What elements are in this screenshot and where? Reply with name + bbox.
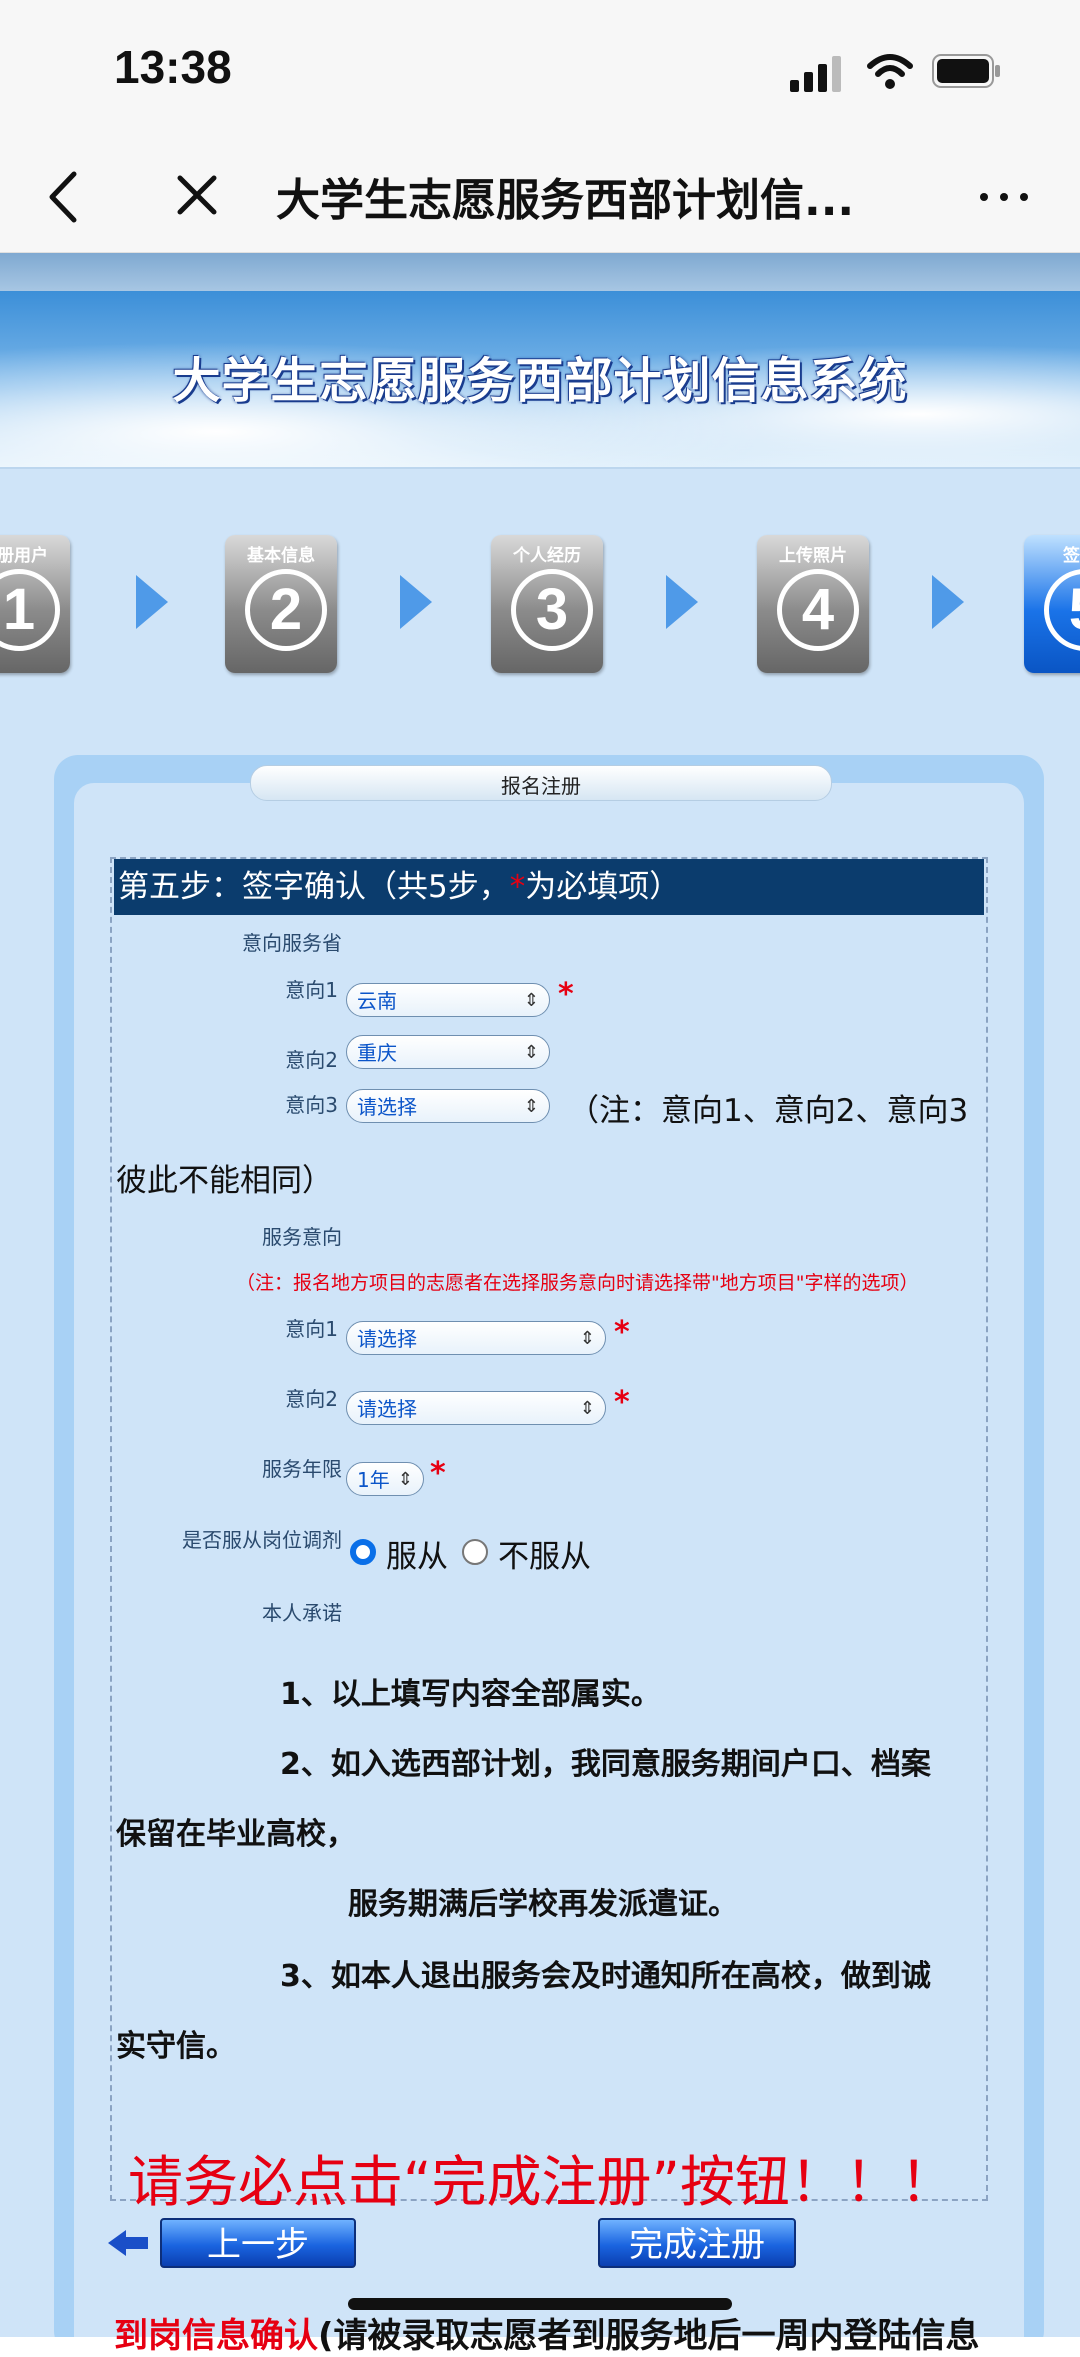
form-header-prefix: 第五步：签字确认（共5步， <box>118 869 510 905</box>
step-arrow-icon <box>400 575 432 629</box>
status-time: 13:38 <box>114 41 232 93</box>
back-icon[interactable] <box>40 162 90 232</box>
pledge-item-2b: 保留在毕业高校， <box>116 1817 356 1852</box>
home-indicator <box>348 2298 732 2310</box>
step-4-label: 上传照片 <box>779 546 847 566</box>
pledge-item-3a: 3、如本人退出服务会及时通知所在高校，做到诚 <box>280 1959 931 1994</box>
select-chevron-icon: ⇕ <box>523 990 539 1011</box>
finish-registration-button[interactable]: 完成注册 <box>598 2218 796 2268</box>
select-chevron-icon: ⇕ <box>523 1096 539 1117</box>
intent-note-line1: （注：意向1、意向2、意向3 <box>568 1093 969 1129</box>
step-3-label: 个人经历 <box>513 546 581 566</box>
intent3-select[interactable]: 请选择 ⇕ <box>346 1089 550 1123</box>
step-4: 上传照片 4 <box>757 535 869 673</box>
service-label: 服务意向 <box>262 1225 342 1249</box>
service2-label: 意向2 <box>285 1387 338 1411</box>
prev-step-button[interactable]: 上一步 <box>160 2218 356 2268</box>
step-arrow-icon <box>932 575 964 629</box>
required-star: * <box>558 977 574 1012</box>
adjust-label: 是否服从岗位调剂 <box>182 1528 342 1552</box>
panel-tab-title: 报名注册 <box>501 774 581 798</box>
required-star: * <box>614 1385 630 1420</box>
step-3-number: 3 <box>511 569 593 651</box>
step-2: 基本信息 2 <box>225 535 337 673</box>
radio-obey[interactable] <box>350 1539 376 1565</box>
service2-value: 请选择 <box>357 1397 417 1421</box>
pledge-item-1: 1、以上填写内容全部属实。 <box>280 1677 661 1712</box>
select-chevron-icon: ⇕ <box>397 1469 413 1490</box>
service1-label: 意向1 <box>285 1317 338 1341</box>
left-arrow-icon[interactable] <box>108 2228 148 2258</box>
site-banner: 大学生志愿服务西部计划信息系统 <box>0 291 1080 469</box>
step-1-number: 1 <box>0 569 60 651</box>
pledge-item-3b: 实守信。 <box>116 2029 236 2064</box>
step-4-number: 4 <box>777 569 859 651</box>
close-icon[interactable] <box>172 166 222 226</box>
banner-title: 大学生志愿服务西部计划信息系统 <box>172 353 908 409</box>
required-star: * <box>614 1315 630 1350</box>
intent1-label: 意向1 <box>285 978 338 1002</box>
step-1-label: 注册用户 <box>0 546 48 566</box>
radio-not-obey[interactable] <box>462 1539 488 1565</box>
step-2-number: 2 <box>245 569 327 651</box>
arrival-info-desc: (请被录取志愿者到服务地后一周内登陆信息 <box>318 2316 980 2356</box>
wifi-icon <box>867 54 913 89</box>
step-3: 个人经历 3 <box>491 535 603 673</box>
years-select[interactable]: 1年 ⇕ <box>346 1462 424 1496</box>
signature-confirm-form: 第五步：签字确认（共5步，*为必填项） 意向服务省 意向1 云南 ⇕ * 意向2 … <box>110 857 988 2214</box>
intent3-label: 意向3 <box>285 1093 338 1117</box>
radio-obey-label[interactable]: 服从 <box>386 1531 448 1576</box>
years-value: 1年 <box>357 1468 390 1492</box>
intent-note-line2: 彼此不能相同） <box>116 1163 333 1199</box>
intent2-value: 重庆 <box>357 1041 397 1065</box>
service1-value: 请选择 <box>357 1327 417 1351</box>
select-chevron-icon: ⇕ <box>523 1042 539 1063</box>
intent2-label: 意向2 <box>285 1048 338 1072</box>
battery-icon <box>932 54 1000 88</box>
form-header-star: * <box>509 869 526 905</box>
step-progress: 注册用户 1 基本信息 2 个人经历 3 上传照片 4 签字 5 <box>0 535 1080 685</box>
service2-select[interactable]: 请选择 ⇕ <box>346 1391 606 1425</box>
pledge-item-2c: 服务期满后学校再发派遣证。 <box>348 1887 738 1922</box>
province-label: 意向服务省 <box>242 931 342 955</box>
step-2-label: 基本信息 <box>247 546 315 566</box>
panel-tab: 报名注册 <box>250 765 832 801</box>
browser-nav-bar: 大学生志愿服务西部计划信... <box>0 140 1080 253</box>
more-options-icon[interactable] <box>974 172 1034 222</box>
step-5: 签字 5 <box>1024 535 1080 673</box>
intent3-value: 请选择 <box>357 1095 417 1119</box>
step-arrow-icon <box>666 575 698 629</box>
service-note: （注：报名地方项目的志愿者在选择服务意向时请选择带"地方项目"字样的选项） <box>236 1272 919 1294</box>
form-header-suffix: 为必填项） <box>525 869 681 905</box>
top-strip <box>0 253 1080 291</box>
intent1-value: 云南 <box>357 989 397 1013</box>
step-5-number: 5 <box>1044 569 1080 651</box>
step-1: 注册用户 1 <box>0 535 70 673</box>
page-title: 大学生志愿服务西部计划信... <box>276 175 855 226</box>
step-arrow-icon <box>136 575 168 629</box>
status-bar: 13:38 <box>0 0 1080 140</box>
form-header: 第五步：签字确认（共5步，*为必填项） <box>114 859 984 915</box>
cellular-signal-icon <box>790 56 841 92</box>
select-chevron-icon: ⇕ <box>579 1328 595 1349</box>
pledge-label: 本人承诺 <box>262 1601 342 1625</box>
intent2-select[interactable]: 重庆 ⇕ <box>346 1035 550 1069</box>
arrival-info-title[interactable]: 到岗信息确认 <box>114 2316 318 2356</box>
pledge-item-2a: 2、如入选西部计划，我同意服务期间户口、档案 <box>280 1747 931 1782</box>
radio-not-obey-label[interactable]: 不服从 <box>498 1531 591 1576</box>
years-label: 服务年限 <box>262 1457 342 1481</box>
arrival-info-link[interactable]: 到岗信息确认(请被录取志愿者到服务地后一周内登陆信息 <box>114 2308 984 2357</box>
intent1-select[interactable]: 云南 ⇕ <box>346 983 550 1017</box>
step-5-label: 签字 <box>1063 546 1080 566</box>
warning-text: 请务必点击“完成注册”按钮！！！ <box>128 2150 955 2214</box>
select-chevron-icon: ⇕ <box>579 1398 595 1419</box>
required-star: * <box>430 1456 446 1491</box>
service1-select[interactable]: 请选择 ⇕ <box>346 1321 606 1355</box>
